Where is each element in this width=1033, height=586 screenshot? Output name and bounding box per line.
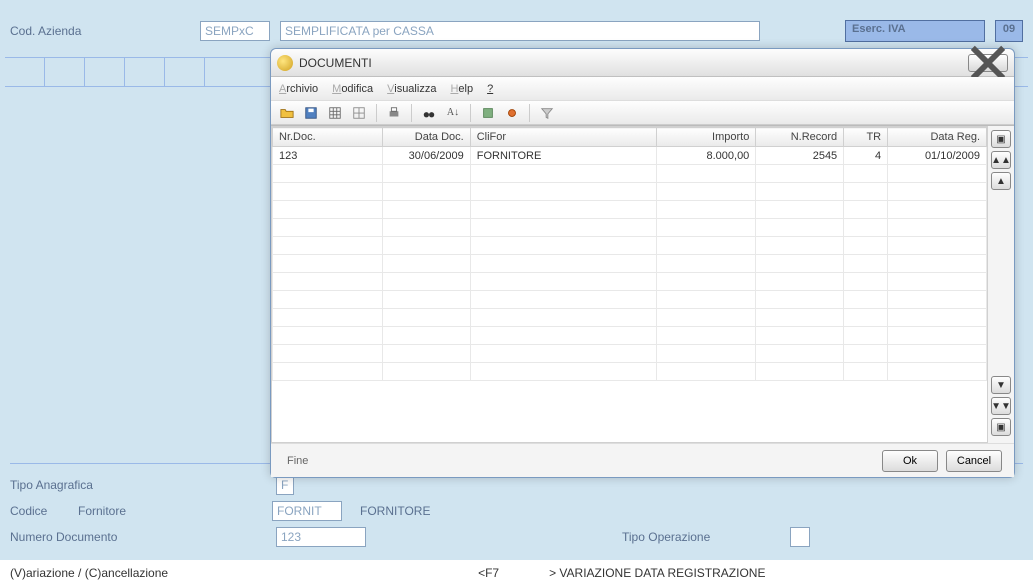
scroll-page-up-icon[interactable]: ▲▲ xyxy=(991,151,1011,169)
col-datadoc[interactable]: Data Doc. xyxy=(382,128,470,147)
background-form: Cod. Azienda SEMPxC SEMPLIFICATA per CAS… xyxy=(0,0,1033,586)
grid-area: Nr.Doc. Data Doc. CliFor Importo N.Recor… xyxy=(271,125,1014,443)
cell-nrecord: 2545 xyxy=(756,147,844,165)
tipo-anagrafica-field[interactable]: F xyxy=(276,475,294,495)
cod-azienda-desc: SEMPLIFICATA per CASSA xyxy=(280,21,760,41)
cod-azienda-label: Cod. Azienda xyxy=(10,24,190,38)
scroll-up-icon[interactable]: ▲ xyxy=(991,172,1011,190)
tipo-operazione-field[interactable] xyxy=(790,527,810,547)
cell-nrdoc: 123 xyxy=(273,147,383,165)
dialog-title: DOCUMENTI xyxy=(299,56,968,70)
col-nrecord[interactable]: N.Record xyxy=(756,128,844,147)
tipo-anagrafica-label: Tipo Anagrafica xyxy=(10,478,160,492)
numero-doc-label: Numero Documento xyxy=(10,530,160,544)
close-icon xyxy=(969,44,1007,82)
tipo-operazione-label: Tipo Operazione xyxy=(622,530,782,544)
menu-modifica[interactable]: Modifica xyxy=(332,83,373,95)
print-icon[interactable] xyxy=(384,103,404,123)
app-icon xyxy=(277,55,293,71)
scroll-page-down-icon[interactable]: ▼▼ xyxy=(991,397,1011,415)
close-button[interactable] xyxy=(968,54,1008,72)
status-bar: (V)ariazione / (C)ancellazione <F7 > VAR… xyxy=(0,560,1033,586)
ok-button[interactable]: Ok xyxy=(882,450,938,472)
codice-field[interactable]: FORNIT xyxy=(272,501,342,521)
col-nrdoc[interactable]: Nr.Doc. xyxy=(273,128,383,147)
dialog-titlebar[interactable]: DOCUMENTI xyxy=(271,49,1014,77)
menu-visualizza[interactable]: Visualizza xyxy=(387,83,436,95)
cell-clifor: FORNITORE xyxy=(470,147,657,165)
cell-tr: 4 xyxy=(844,147,888,165)
save-icon[interactable] xyxy=(301,103,321,123)
dialog-status: Fine xyxy=(283,455,874,467)
col-datareg[interactable]: Data Reg. xyxy=(888,128,987,147)
cell-datareg: 01/10/2009 xyxy=(888,147,987,165)
numero-doc-field[interactable]: 123 xyxy=(276,527,366,547)
eserc-iva-label: Eserc. IVA xyxy=(845,20,985,42)
scroll-column: ▣ ▲▲ ▲ ▼ ▼▼ ▣ xyxy=(988,126,1014,443)
table-row[interactable]: 123 30/06/2009 FORNITORE 8.000,00 2545 4… xyxy=(273,147,987,165)
cell-importo: 8.000,00 xyxy=(657,147,756,165)
col-tr[interactable]: TR xyxy=(844,128,888,147)
menu-help[interactable]: Help xyxy=(450,83,473,95)
scroll-down-icon[interactable]: ▼ xyxy=(991,376,1011,394)
tool2-icon[interactable] xyxy=(502,103,522,123)
menubar: Archivio Modifica Visualizza Help ? xyxy=(271,77,1014,101)
scroll-first-icon[interactable]: ▣ xyxy=(991,130,1011,148)
status-right: > VARIAZIONE DATA REGISTRAZIONE xyxy=(549,566,765,580)
fornitore-label: Fornitore xyxy=(78,504,264,518)
menu-archivio[interactable]: Archivio xyxy=(279,83,318,95)
toolbar: A↓ xyxy=(271,101,1014,125)
grid-icon[interactable] xyxy=(325,103,345,123)
grid2-icon[interactable] xyxy=(349,103,369,123)
filter-icon[interactable] xyxy=(537,103,557,123)
scroll-last-icon[interactable]: ▣ xyxy=(991,418,1011,436)
menu-question[interactable]: ? xyxy=(487,83,493,95)
eserc-iva-value[interactable]: 09 xyxy=(995,20,1023,42)
dialog-footer: Fine Ok Cancel xyxy=(271,443,1014,477)
status-mid: <F7 xyxy=(478,566,499,580)
col-importo[interactable]: Importo xyxy=(657,128,756,147)
folder-icon[interactable] xyxy=(277,103,297,123)
cancel-button[interactable]: Cancel xyxy=(946,450,1002,472)
tool1-icon[interactable] xyxy=(478,103,498,123)
cell-datadoc: 30/06/2009 xyxy=(382,147,470,165)
sort-icon[interactable]: A↓ xyxy=(443,103,463,123)
documenti-dialog: DOCUMENTI Archivio Modifica Visualizza H… xyxy=(270,48,1015,478)
status-left: (V)ariazione / (C)ancellazione xyxy=(10,566,168,580)
col-clifor[interactable]: CliFor xyxy=(470,128,657,147)
binoculars-icon[interactable] xyxy=(419,103,439,123)
data-grid[interactable]: Nr.Doc. Data Doc. CliFor Importo N.Recor… xyxy=(271,126,988,443)
codice-label: Codice xyxy=(10,504,70,518)
fornitore-desc: FORNITORE xyxy=(360,504,430,518)
cod-azienda-field[interactable]: SEMPxC xyxy=(200,21,270,41)
